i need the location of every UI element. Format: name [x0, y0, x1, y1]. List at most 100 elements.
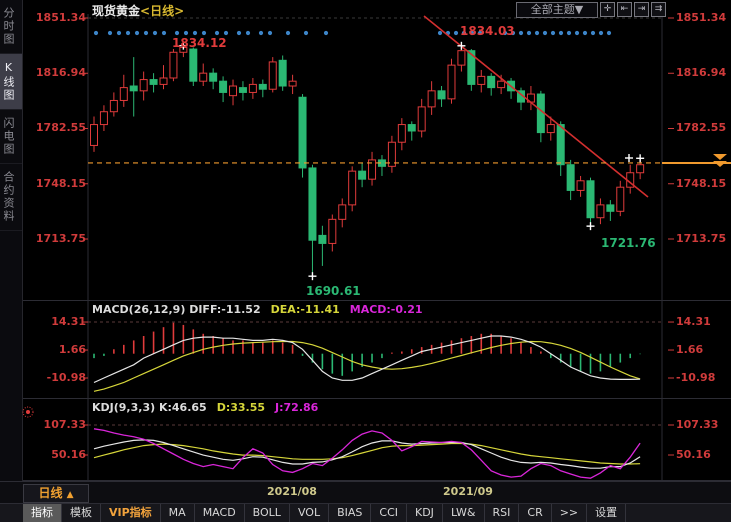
toolbar-tab-14[interactable]: 设置: [587, 504, 626, 522]
signal-dot-19: [304, 31, 308, 35]
candle-body-18: [269, 62, 276, 89]
candle-body-53: [617, 187, 624, 211]
candle-body-19: [279, 60, 286, 86]
candle-body-37: [458, 51, 465, 65]
toolbar-tab-6[interactable]: VOL: [290, 504, 329, 522]
price-marker-triangle-top: [713, 154, 727, 160]
kdj-j-value: J:72.86: [275, 401, 318, 414]
main-y-label-left-0: 1851.34: [28, 11, 86, 25]
signal-dot-8: [175, 31, 179, 35]
candle-body-40: [488, 76, 495, 87]
kdj-y-label-left-0: 107.33: [28, 418, 86, 432]
signal-dot-14: [237, 31, 241, 35]
candle-body-1: [100, 112, 107, 125]
signal-dot-37: [583, 31, 587, 35]
candle-body-35: [438, 91, 445, 99]
candle-body-49: [577, 181, 584, 191]
period-name: <日线>: [140, 4, 184, 18]
chart-mode-sidebar: 分时图K线图闪电图合约资料: [0, 0, 23, 502]
signal-dot-31: [535, 31, 539, 35]
kdj-k-line: [94, 440, 640, 468]
kdj-y-label-right-1: 50.16: [676, 448, 730, 462]
signal-dot-2: [117, 31, 121, 35]
toolbar-tab-5[interactable]: BOLL: [245, 504, 290, 522]
candle-body-20: [289, 81, 296, 86]
candle-body-36: [448, 65, 455, 99]
kdj-y-label-right-0: 107.33: [676, 418, 730, 432]
candle-body-15: [239, 88, 246, 93]
candle-body-8: [170, 52, 177, 78]
annotation-high-1834-03: 1834.03: [460, 24, 515, 38]
candle-body-47: [557, 125, 564, 165]
macd-dea-line: [94, 342, 640, 392]
main-y-label-left-2: 1782.55: [28, 121, 86, 135]
candle-body-52: [607, 205, 614, 211]
candle-body-5: [140, 80, 147, 91]
candle-body-25: [339, 205, 346, 219]
toolbar-tab-8[interactable]: CCI: [371, 504, 407, 522]
theme-dropdown[interactable]: 全部主题▼: [516, 2, 598, 18]
candle-body-33: [418, 107, 425, 131]
chart-tool-buttons: ✛⇤⇥⇉: [600, 2, 666, 17]
signal-dot-18: [286, 31, 290, 35]
kdj-j-line: [94, 429, 640, 478]
signal-dot-39: [599, 31, 603, 35]
signal-dot-21: [438, 31, 442, 35]
candle-body-48: [567, 165, 574, 191]
signal-dot-3: [126, 31, 130, 35]
candle-body-0: [91, 125, 98, 146]
expand-x-axis-icon[interactable]: ⇥: [634, 2, 649, 17]
toolbar-tab-10[interactable]: LW&: [443, 504, 485, 522]
kdj-header: KDJ(9,3,3) K:46.65D:33.55J:72.86: [92, 401, 318, 414]
candle-body-39: [478, 76, 485, 84]
x-axis-label-sep: 2021/09: [433, 485, 503, 498]
signal-dot-23: [454, 31, 458, 35]
signal-dot-0: [94, 31, 98, 35]
signal-dot-5: [144, 31, 148, 35]
toolbar-tab-4[interactable]: MACD: [195, 504, 245, 522]
toolbar-tab-12[interactable]: CR: [519, 504, 551, 522]
signal-dot-11: [202, 31, 206, 35]
signal-dot-20: [324, 31, 328, 35]
toolbar-tab-7[interactable]: BIAS: [329, 504, 371, 522]
macd-macd-value: MACD:-0.21: [350, 303, 423, 316]
signal-dot-40: [607, 31, 611, 35]
signal-dot-30: [527, 31, 531, 35]
main-y-label-left-4: 1713.75: [28, 232, 86, 246]
trading-app-window: 分时图K线图闪电图合约资料 现货黄金<日线> 全部主题▼ ✛⇤⇥⇉ 1851.3…: [0, 0, 731, 522]
chart-canvas[interactable]: [0, 0, 731, 522]
toolbar-tab-2[interactable]: VIP指标: [101, 504, 161, 522]
kdj-y-label-left-1: 50.16: [28, 448, 86, 462]
macd-header: MACD(26,12,9) DIFF:-11.52DEA:-11.41MACD:…: [92, 303, 423, 316]
candle-body-51: [597, 205, 604, 218]
crosshair-move-icon[interactable]: ✛: [600, 2, 615, 17]
candle-body-50: [587, 181, 594, 218]
candle-body-32: [408, 125, 415, 131]
signal-dot-34: [559, 31, 563, 35]
main-y-label-right-1: 1816.94: [676, 66, 730, 80]
indicator-toolbar: 指标模板VIP指标MAMACDBOLLVOLBIASCCIKDJLW&RSICR…: [0, 503, 731, 522]
toolbar-tab-1[interactable]: 模板: [62, 504, 101, 522]
signal-dot-1: [108, 31, 112, 35]
candle-body-26: [349, 171, 356, 205]
toolbar-tab-3[interactable]: MA: [161, 504, 195, 522]
annotation-low-1721-76: 1721.76: [601, 236, 656, 250]
main-y-label-right-4: 1713.75: [676, 232, 730, 246]
period-selector[interactable]: 日线 ▲: [23, 484, 89, 503]
toolbar-tab-0[interactable]: 指标: [23, 504, 62, 522]
toolbar-tab-13[interactable]: >>: [552, 504, 587, 522]
signal-dot-35: [567, 31, 571, 35]
candle-body-17: [259, 84, 266, 89]
toolbar-tab-11[interactable]: RSI: [485, 504, 520, 522]
sidebar-tab-2[interactable]: 闪电图: [0, 110, 22, 164]
toolbar-tab-9[interactable]: KDJ: [407, 504, 443, 522]
shift-right-icon[interactable]: ⇉: [651, 2, 666, 17]
compress-x-axis-icon[interactable]: ⇤: [617, 2, 632, 17]
annotation-low-1690-61: 1690.61: [306, 284, 361, 298]
x-axis-label-aug: 2021/08: [257, 485, 327, 498]
macd-y-label-left-1: 1.66: [28, 343, 86, 357]
sidebar-tab-3[interactable]: 合约资料: [0, 164, 22, 231]
sidebar-tab-1[interactable]: K线图: [0, 54, 22, 110]
sidebar-tab-0[interactable]: 分时图: [0, 0, 22, 54]
signal-dot-32: [543, 31, 547, 35]
